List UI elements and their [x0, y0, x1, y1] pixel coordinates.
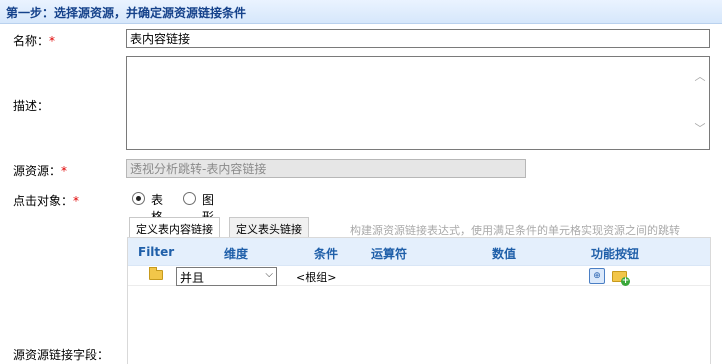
source-label-text: 源资源： — [13, 164, 62, 178]
click-target-label: 点击对象：* — [13, 192, 79, 209]
source-resource-field — [126, 159, 526, 178]
condition-grid: Filter 维度 条件 运算符 数值 功能按钮 并且 ⌵ <根组> ⊕ — [127, 237, 711, 364]
required-mark: * — [61, 164, 68, 178]
column-header-filter: Filter — [138, 245, 175, 259]
required-mark: * — [49, 34, 56, 48]
link-field-label: 源资源链接字段： — [13, 346, 109, 363]
column-header-actions: 功能按钮 — [591, 247, 640, 261]
link-field-label-text: 源资源链接字段： — [13, 348, 110, 362]
add-group-icon[interactable] — [612, 271, 630, 286]
tab-hint-text: 构建源资源链接表达式，使用满足条件的单元格实现资源之间的跳转 — [350, 224, 680, 237]
tab-table-header-link[interactable]: 定义表头链接 — [229, 217, 309, 237]
radio-chart[interactable] — [183, 192, 196, 205]
source-label: 源资源：* — [13, 162, 67, 179]
name-label-text: 名称： — [13, 34, 50, 48]
column-header-dimension: 维度 — [224, 247, 249, 261]
scroll-down-icon[interactable]: ﹀ — [694, 123, 706, 134]
chevron-down-icon: ⌵ — [265, 269, 273, 280]
logic-select[interactable]: 并且 ⌵ — [176, 267, 277, 286]
logic-select-value: 并且 — [180, 271, 205, 285]
radio-table[interactable] — [132, 192, 145, 205]
click-target-label-text: 点击对象： — [13, 194, 74, 208]
table-row: 并且 ⌵ <根组> ⊕ — [128, 266, 710, 286]
scroll-up-icon[interactable]: ︿ — [694, 71, 706, 82]
add-condition-icon[interactable]: ⊕ — [589, 268, 605, 284]
folder-icon — [149, 267, 163, 280]
name-input[interactable] — [126, 29, 710, 48]
root-group-label: <根组> — [296, 271, 337, 284]
tab-table-content-link[interactable]: 定义表内容链接 — [129, 217, 220, 237]
resource-link-wizard: 第一步：选择源资源，并确定源资源链接条件 名称：* 描述： ︿ ﹀ 源资源：* … — [0, 0, 722, 364]
step-header: 第一步：选择源资源，并确定源资源链接条件 — [0, 0, 722, 24]
required-mark: * — [73, 194, 80, 208]
column-header-value: 数值 — [492, 247, 517, 261]
grid-header: Filter 维度 条件 运算符 数值 功能按钮 — [128, 238, 710, 266]
description-textarea[interactable] — [126, 56, 710, 150]
column-header-condition: 条件 — [314, 247, 339, 261]
name-label: 名称：* — [13, 32, 55, 49]
description-label: 描述： — [13, 99, 50, 113]
column-header-operator: 运算符 — [371, 247, 408, 261]
